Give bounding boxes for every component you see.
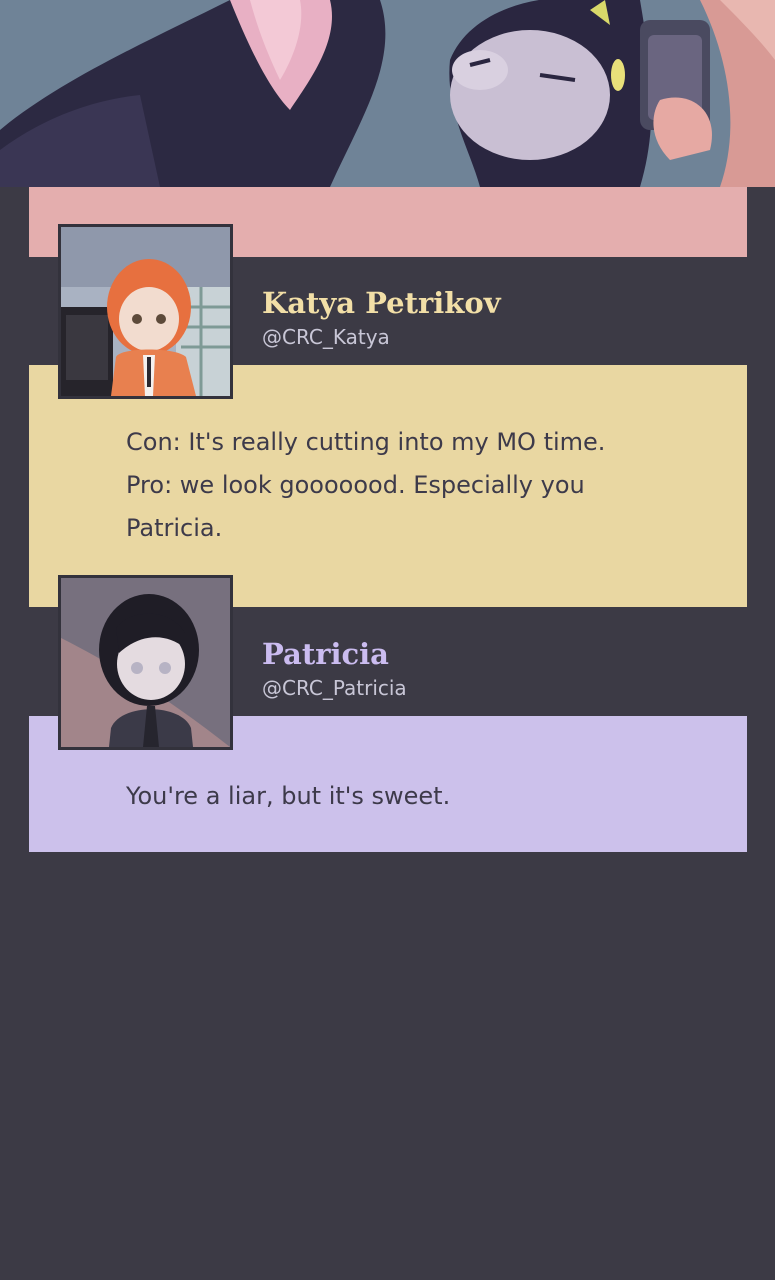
author-name[interactable]: Katya Petrikov (262, 286, 501, 320)
post-body-katya: Con: It's really cutting into my MO time… (29, 365, 747, 607)
post-text: Con: It's really cutting into my MO time… (126, 428, 606, 542)
patricia-avatar-icon[interactable] (58, 575, 233, 750)
author-handle[interactable]: @CRC_Katya (262, 325, 390, 349)
author-name[interactable]: Patricia (262, 637, 389, 671)
comic-banner-illustration (0, 0, 775, 187)
katya-avatar-icon[interactable] (58, 224, 233, 399)
author-handle[interactable]: @CRC_Patricia (262, 676, 407, 700)
post-text: You're a liar, but it's sweet. (126, 782, 451, 810)
